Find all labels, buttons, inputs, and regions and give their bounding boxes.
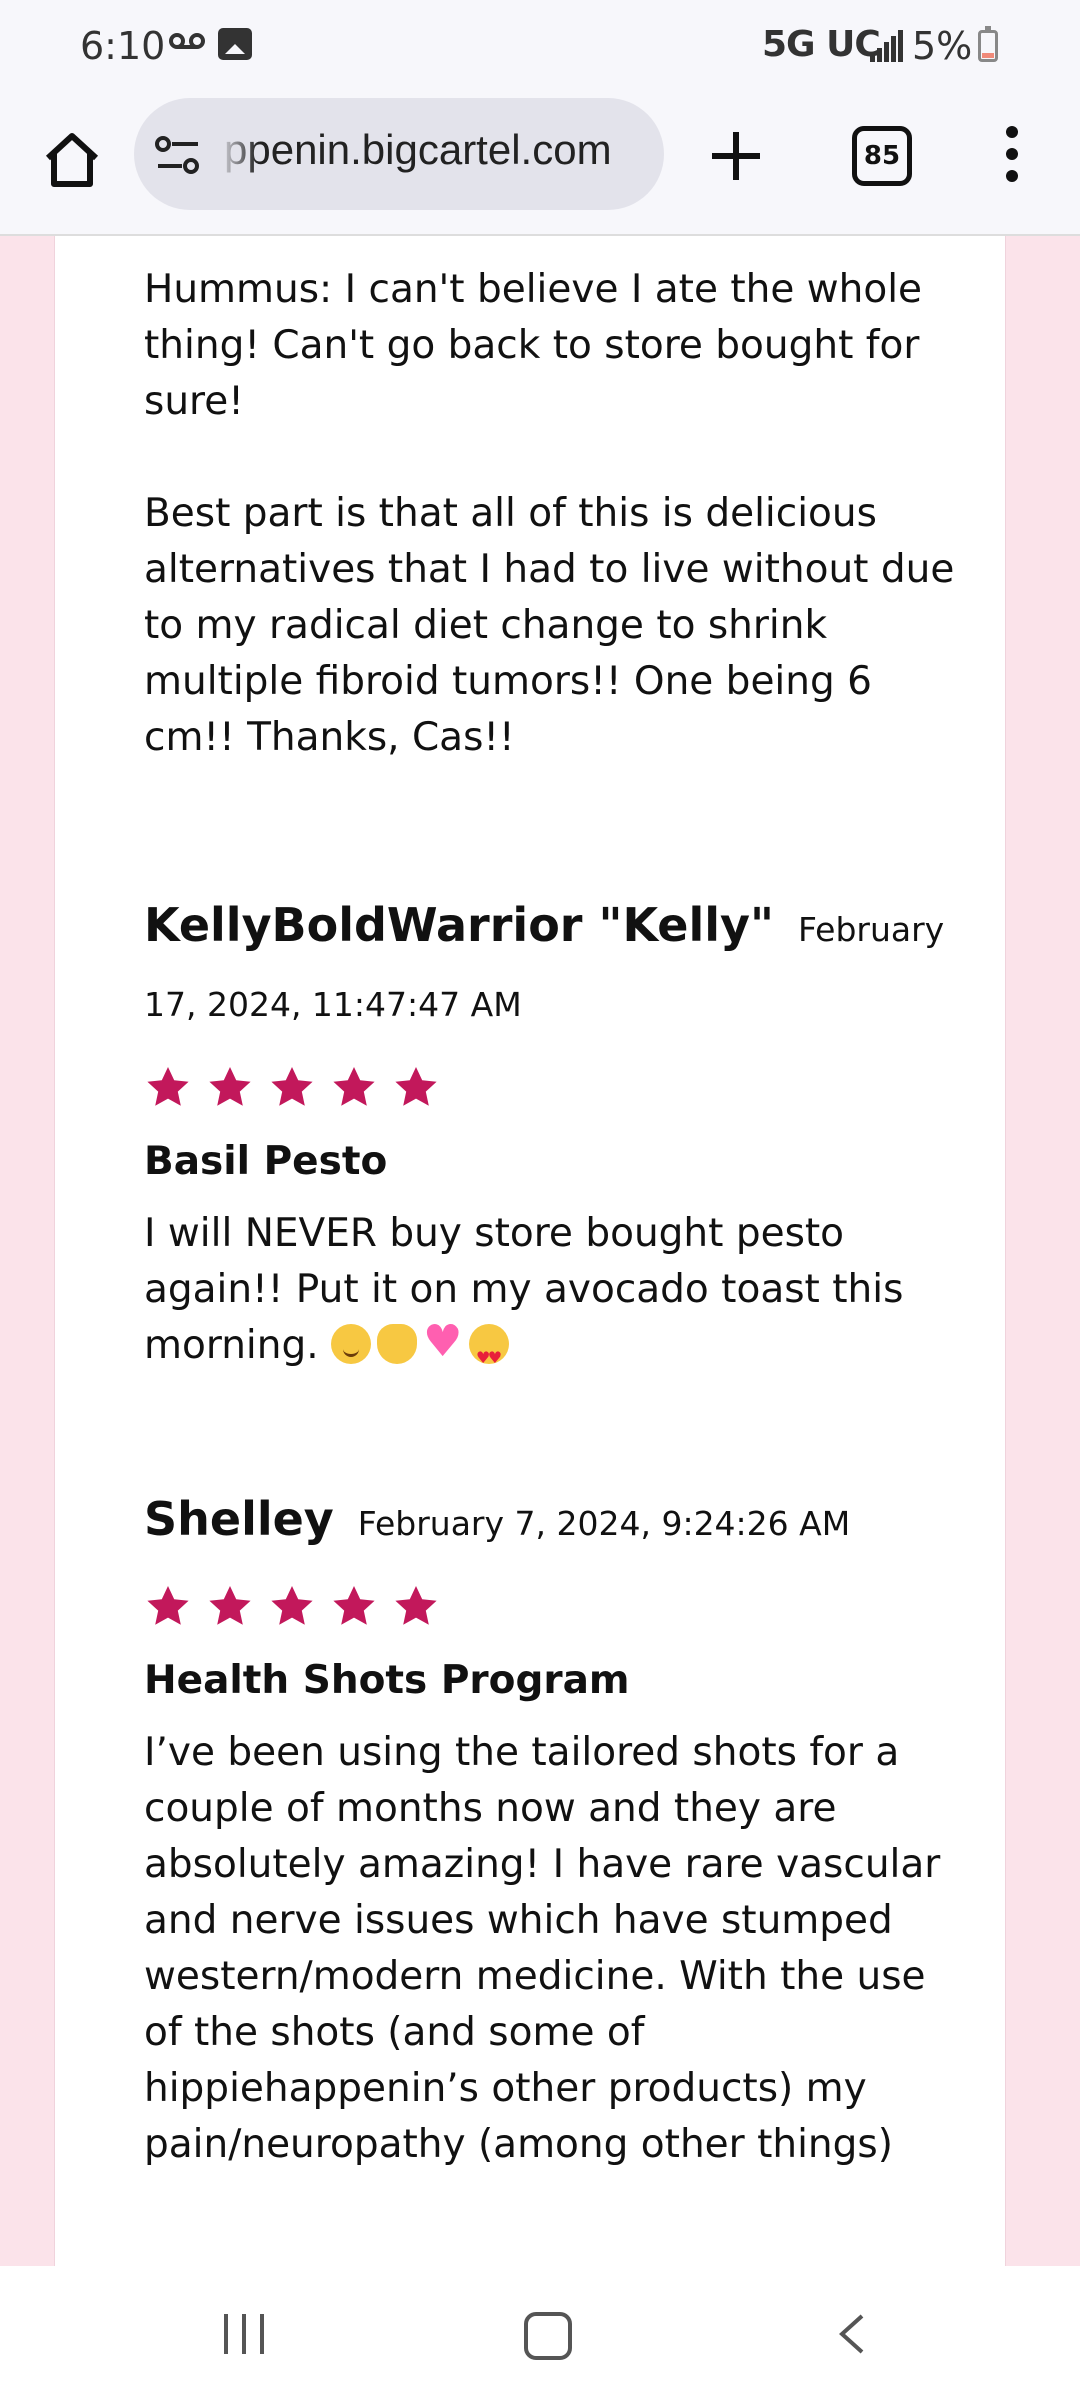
star-icon — [144, 1583, 192, 1631]
pink-heart-emoji-icon — [423, 1314, 463, 1370]
site-settings-icon[interactable] — [154, 134, 202, 178]
recent-apps-icon[interactable] — [222, 2314, 266, 2354]
ok-hand-emoji-icon — [377, 1324, 418, 1364]
system-nav-bar — [0, 2266, 1080, 2400]
star-icon — [206, 1583, 254, 1631]
review-date: February 7, 2024, 9:24:26 AM — [357, 1504, 851, 1543]
voicemail-icon — [169, 33, 205, 49]
star-icon — [144, 1064, 192, 1112]
reviews-card: Hummus: I can't believe I ate the whole … — [54, 236, 1006, 2266]
star-icon — [392, 1064, 440, 1112]
review-body: I will NEVER buy store bought pesto agai… — [144, 1211, 904, 1368]
star-icon — [392, 1583, 440, 1631]
review-text-continued-2: Best part is that all of this is delicio… — [144, 491, 955, 760]
star-rating — [144, 1583, 974, 1631]
star-icon — [268, 1583, 316, 1631]
review-product: Basil Pesto — [144, 1139, 388, 1184]
review-text: I will NEVER buy store bought pesto agai… — [144, 1206, 974, 1386]
reviewer-header: Shelley February 7, 2024, 9:24:26 AM — [144, 1484, 974, 1559]
reviews-content: Hummus: I can't believe I ate the whole … — [144, 262, 974, 2173]
reviewer-name: Shelley — [144, 1492, 334, 1546]
status-bar: 6:10 5G UC 5% — [0, 0, 1080, 92]
heart-eyes-emoji-icon — [469, 1324, 510, 1386]
status-time: 6:10 — [80, 24, 166, 68]
battery-percent: 5% — [912, 24, 973, 68]
review-product: Health Shots Program — [144, 1658, 630, 1703]
signal-icon — [870, 30, 904, 62]
battery-icon — [978, 26, 998, 62]
star-icon — [206, 1064, 254, 1112]
star-icon — [330, 1064, 378, 1112]
network-type: 5G UC — [762, 24, 881, 65]
star-rating — [144, 1064, 974, 1112]
review-text-continued: Hummus: I can't believe I ate the whole … — [144, 267, 923, 424]
review-item: Shelley February 7, 2024, 9:24:26 AM Heal… — [144, 1484, 974, 2173]
image-icon — [218, 28, 252, 60]
new-tab-icon[interactable] — [706, 126, 766, 186]
menu-icon[interactable] — [1000, 126, 1024, 186]
reviewer-header: KellyBoldWarrior "Kelly" February 17, 202… — [144, 890, 974, 1040]
home-icon[interactable] — [40, 128, 104, 192]
reviewer-name: KellyBoldWarrior "Kelly" — [144, 898, 774, 952]
review-item: KellyBoldWarrior "Kelly" February 17, 202… — [144, 890, 974, 1386]
review-text: I’ve been using the tailored shots for a… — [144, 1730, 941, 2167]
address-bar[interactable]: ppenin.bigcartel.com — [134, 98, 664, 210]
tabs-icon[interactable]: 85 — [852, 126, 912, 186]
star-icon — [268, 1064, 316, 1112]
nav-home-icon[interactable] — [524, 2312, 572, 2360]
url-text[interactable]: ppenin.bigcartel.com — [224, 126, 612, 174]
star-icon — [330, 1583, 378, 1631]
yum-face-emoji-icon — [331, 1324, 372, 1364]
browser-toolbar: ppenin.bigcartel.com 85 — [0, 92, 1080, 236]
back-icon[interactable] — [836, 2314, 866, 2354]
